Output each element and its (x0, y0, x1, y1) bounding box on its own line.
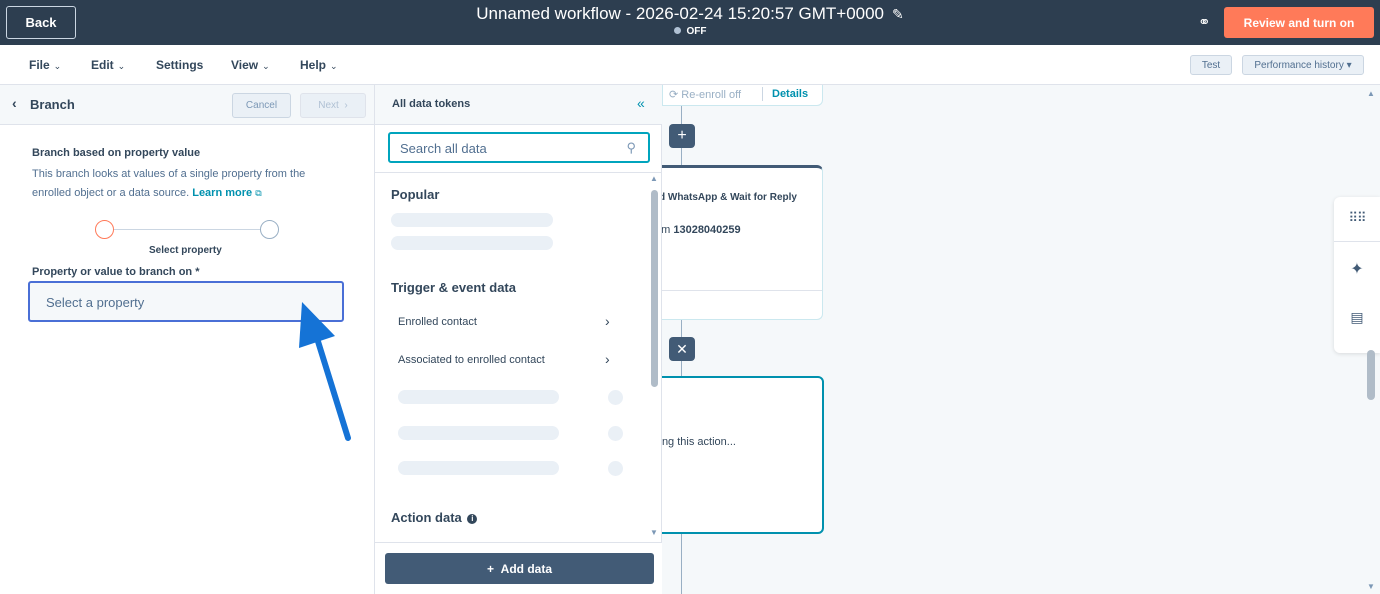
divider (1334, 241, 1380, 242)
whatsapp-action-node[interactable]: d WhatsApp & Wait for Reply om 130280402… (662, 165, 823, 320)
review-and-turn-on-button[interactable]: Review and turn on (1224, 7, 1374, 38)
scroll-up-icon[interactable]: ▲ (1367, 89, 1375, 98)
menu-file[interactable]: File ⌄ (29, 58, 61, 72)
top-bar: Back Unnamed workflow - 2026-02-24 15:20… (0, 0, 1380, 45)
scroll-down-icon[interactable]: ▼ (650, 528, 658, 537)
branch-panel-title[interactable]: Branch (30, 97, 75, 112)
menu-view[interactable]: View ⌄ (231, 58, 270, 72)
apps-grid-icon[interactable]: ⠿⠿ (1334, 210, 1380, 226)
loading-skeleton (398, 390, 559, 404)
scroll-up-icon[interactable]: ▲ (650, 174, 658, 183)
workflow-title-row: Unnamed workflow - 2026-02-24 15:20:57 G… (0, 4, 1380, 24)
chevron-right-icon[interactable]: › (605, 313, 610, 329)
branch-action-node[interactable]: iting this action... (662, 376, 824, 534)
step-2-circle (260, 220, 279, 239)
loading-skeleton (398, 426, 559, 440)
branch-heading: Branch based on property value (32, 147, 201, 159)
canvas-scrollbar[interactable] (1367, 350, 1375, 400)
enrollment-node[interactable]: ⟳ Re-enroll off Details (662, 85, 823, 106)
next-button[interactable]: Next › (300, 93, 366, 118)
reenroll-status: ⟳ Re-enroll off (669, 89, 741, 101)
details-link[interactable]: Details (772, 88, 808, 100)
chevron-down-icon: ⌄ (262, 61, 270, 71)
branch-description: This branch looks at values of a single … (32, 168, 306, 199)
action-node-text: iting this action... (662, 436, 736, 448)
menu-bar: File ⌄ Edit ⌄ Settings View ⌄ Help ⌄ Test Pe… (0, 45, 1380, 85)
loading-skeleton (391, 236, 553, 250)
add-action-button[interactable]: + (669, 124, 695, 148)
chevron-down-icon: ⌄ (53, 61, 62, 71)
trigger-event-heading: Trigger & event data (391, 280, 516, 295)
status-dot-icon (673, 27, 681, 34)
add-data-button[interactable]: + Add data (385, 553, 654, 584)
info-icon[interactable]: i (467, 514, 478, 524)
loading-skeleton (391, 213, 553, 227)
test-button[interactable]: Test (1190, 55, 1232, 75)
chevron-left-icon[interactable]: ‹ (12, 95, 17, 111)
workflow-canvas[interactable]: ⟳ Re-enroll off Details + d WhatsApp & W… (662, 85, 1380, 594)
menu-help[interactable]: Help ⌄ (300, 58, 338, 72)
popular-heading: Popular (391, 187, 440, 202)
cancel-button[interactable]: Cancel (232, 93, 291, 118)
step-1-circle (95, 220, 114, 239)
scroll-down-icon[interactable]: ▼ (1367, 582, 1375, 591)
chevron-right-icon[interactable]: › (605, 351, 610, 367)
performance-history-button[interactable]: Performance history ▾ (1242, 55, 1364, 75)
tokens-header: All data tokens « (375, 85, 663, 125)
close-branch-button[interactable]: ✕ (669, 337, 695, 361)
step-label: Select property (149, 245, 222, 256)
property-label: Property or value to branch on * (32, 266, 200, 278)
chevron-down-icon: ⌄ (117, 61, 126, 71)
workflow-title[interactable]: Unnamed workflow - 2026-02-24 15:20:57 G… (476, 4, 884, 23)
tokens-title: All data tokens (392, 98, 471, 110)
loading-skeleton (608, 461, 623, 476)
loading-skeleton (608, 426, 623, 441)
branch-panel-header: ‹ Branch Cancel Next › (0, 85, 374, 125)
property-select[interactable]: Select a property (28, 281, 344, 322)
chevron-down-icon: ⌄ (330, 61, 338, 71)
loading-skeleton (398, 461, 559, 475)
sparkle-icon[interactable]: ✦ (1334, 259, 1380, 279)
data-tokens-panel: All data tokens « ⚲ ▲ ▼ Popular Trigger … (374, 85, 663, 594)
menu-settings[interactable]: Settings (156, 58, 203, 72)
side-toolbar: ⠿⠿ ✦ ▤ (1334, 197, 1380, 353)
connector-line (681, 533, 682, 594)
search-input[interactable] (400, 139, 615, 157)
token-item-associated-contact[interactable]: Associated to enrolled contact (398, 354, 545, 366)
token-item-enrolled-contact[interactable]: Enrolled contact (398, 316, 477, 328)
search-box[interactable]: ⚲ (388, 132, 650, 163)
divider (662, 290, 822, 291)
workflow-status: OFF (0, 26, 1380, 37)
learn-more-link[interactable]: Learn more ⧉ (192, 187, 261, 199)
divider (375, 172, 663, 173)
action-node-title: d WhatsApp & Wait for Reply (662, 192, 797, 203)
branch-panel: ‹ Branch Cancel Next › Branch based on p… (0, 85, 374, 594)
chat-icon[interactable]: ▤ (1334, 309, 1380, 326)
connector-line (681, 105, 682, 125)
collapse-icon[interactable]: « (637, 95, 645, 111)
search-icon[interactable]: ⚲ (626, 140, 636, 156)
action-node-subtitle: om 13028040259 (662, 224, 741, 236)
pencil-icon[interactable]: ✎ (892, 6, 904, 23)
loading-skeleton (608, 390, 623, 405)
tokens-scrollbar[interactable] (651, 190, 658, 387)
external-link-icon: ⧉ (255, 188, 262, 198)
tokens-footer: + Add data (375, 542, 663, 594)
connector-line (681, 319, 682, 339)
menu-edit[interactable]: Edit ⌄ (91, 58, 125, 72)
status-text: OFF (686, 26, 707, 37)
action-data-heading: Action data i (391, 510, 478, 525)
divider (762, 87, 763, 101)
stepper-line (112, 229, 262, 230)
property-select-placeholder: Select a property (46, 295, 145, 310)
link-icon[interactable]: ⚭ (1198, 13, 1211, 31)
